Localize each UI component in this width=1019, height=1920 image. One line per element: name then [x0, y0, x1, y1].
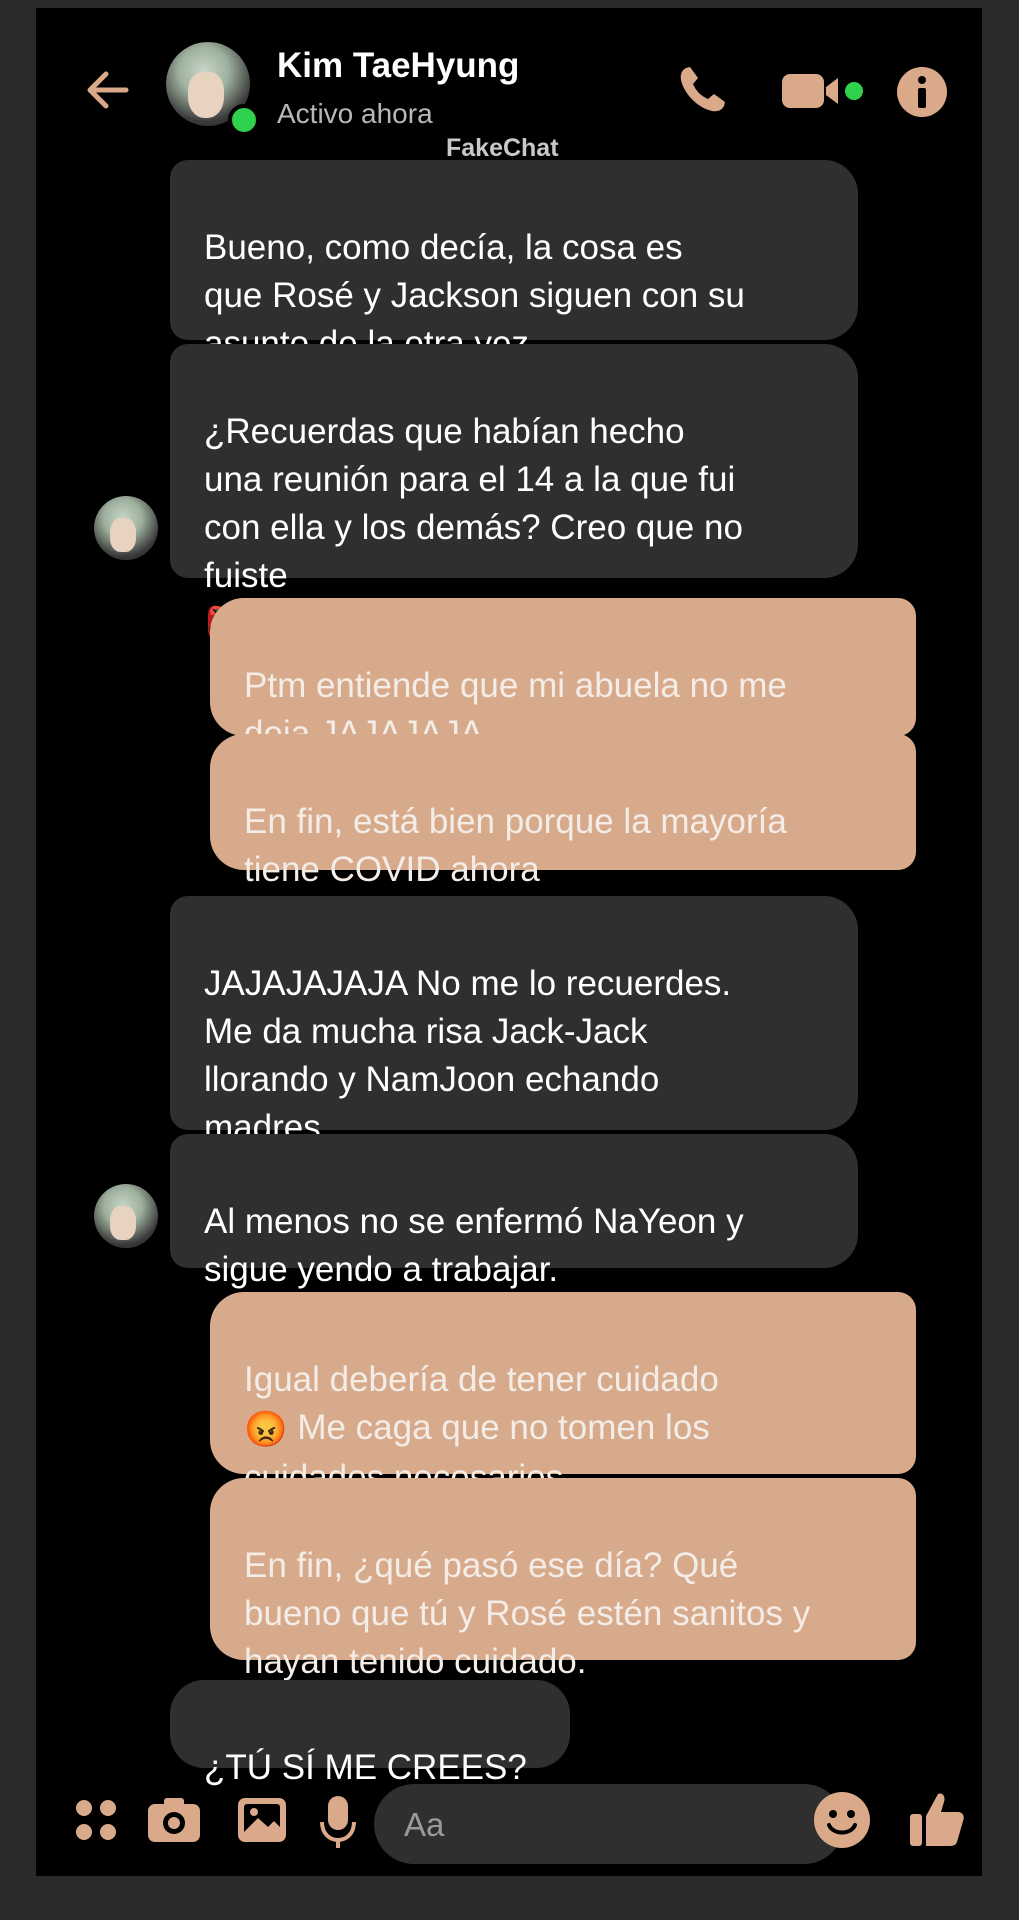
info-icon[interactable] [896, 66, 948, 118]
message-text: ¿Recuerdas que habían hecho una reunión … [204, 412, 743, 595]
message-bubble-incoming[interactable]: ¿TÚ SÍ ME CREES? [170, 1680, 570, 1787]
input-placeholder: Aa [404, 1806, 445, 1843]
message-bubble-outgoing[interactable]: Igual debería de tener cuidado 😡 Me caga… [210, 1292, 916, 1497]
angry-face-emoji: 😡 [244, 1409, 288, 1449]
contact-name[interactable]: Kim TaeHyung [277, 46, 519, 86]
message-bubble-incoming[interactable]: Bueno, como decía, la cosa es que Rosé y… [170, 160, 858, 363]
chat-header: Kim TaeHyung Activo ahora FakeChat [36, 8, 982, 162]
apps-icon[interactable] [70, 1794, 122, 1846]
message-text: Bueno, como decía, la cosa es que Rosé y… [204, 228, 745, 363]
message-text: JAJAJAJAJA No me lo recuerdes. Me da muc… [204, 964, 732, 1147]
online-indicator [228, 104, 260, 136]
back-arrow-icon[interactable] [78, 60, 138, 120]
camera-icon[interactable] [146, 1794, 200, 1846]
message-bubble-incoming[interactable]: Al menos no se enfermó NaYeon y sigue ye… [170, 1134, 858, 1289]
message-text: En fin, está bien porque la mayoría tien… [244, 802, 787, 889]
smiley-icon[interactable] [812, 1790, 872, 1850]
avatar[interactable] [94, 496, 158, 560]
message-text: Igual debería de tener cuidado [244, 1360, 719, 1399]
image-icon[interactable] [236, 1794, 288, 1846]
video-camera-icon[interactable] [782, 70, 863, 112]
message-text: Al menos no se enfermó NaYeon y sigue ye… [204, 1202, 744, 1289]
watermark: FakeChat [446, 134, 559, 162]
phone-icon[interactable] [672, 60, 732, 120]
contact-status: Activo ahora [277, 98, 433, 129]
message-bubble-outgoing[interactable]: Ptm entiende que mi abuela no me deja JA… [210, 598, 916, 753]
microphone-icon[interactable] [318, 1794, 370, 1848]
message-bubble-outgoing[interactable]: En fin, ¿qué pasó ese día? Qué bueno que… [210, 1478, 916, 1681]
message-bubble-outgoing[interactable]: En fin, está bien porque la mayoría tien… [210, 734, 916, 939]
avatar[interactable] [94, 1184, 158, 1248]
message-bubble-incoming[interactable]: ¿Recuerdas que habían hecho una reunión … [170, 344, 858, 645]
message-input[interactable]: Aa [374, 1784, 844, 1864]
message-composer: Aa [36, 1768, 982, 1868]
chat-screen: Kim TaeHyung Activo ahora FakeChat Bueno… [36, 8, 982, 1876]
contact-avatar[interactable] [166, 42, 260, 136]
message-bubble-incoming[interactable]: JAJAJAJAJA No me lo recuerdes. Me da muc… [170, 896, 858, 1147]
bottom-frame [0, 1876, 1019, 1920]
message-text: En fin, ¿qué pasó ese día? Qué bueno que… [244, 1546, 811, 1681]
thumbs-up-icon[interactable] [908, 1788, 966, 1850]
